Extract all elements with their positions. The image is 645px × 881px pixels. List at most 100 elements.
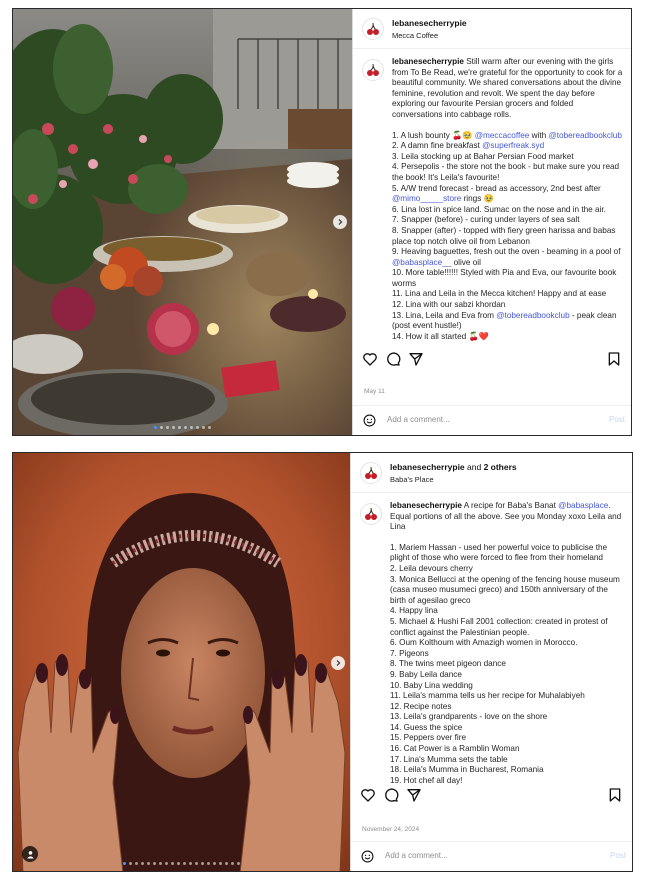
comment-input[interactable]: Add a comment... <box>387 415 450 424</box>
and-connector: and <box>464 462 484 472</box>
caption-list-text: 15. Peppers over fire <box>390 733 467 743</box>
collaborators-link[interactable]: 2 others <box>484 462 517 472</box>
carousel-dot <box>202 426 205 429</box>
caption-username[interactable]: lebanesecherrypie <box>392 57 464 66</box>
comment-icon[interactable] <box>383 787 399 803</box>
caption-list-text: 13. Leila's grandparents - love on the s… <box>390 712 548 722</box>
caption-list-text: rings 🥹 <box>461 194 494 204</box>
mention-link[interactable]: @superfreak.syd <box>482 141 544 150</box>
caption-list-text: 12. Recipe notes <box>390 701 452 711</box>
post-comment-button[interactable]: Post <box>609 415 625 424</box>
post-comment-button[interactable]: Post <box>610 851 626 860</box>
post-location[interactable]: Baba's Place <box>390 475 434 484</box>
caption-list-item: 3. Leila stocking up at Bahar Persian Fo… <box>392 152 623 163</box>
emoji-icon[interactable] <box>363 414 376 427</box>
cherry-avatar-icon <box>367 63 379 76</box>
caption-area[interactable]: lebanesecherrypie A recipe for Baba's Ba… <box>351 497 632 785</box>
avatar[interactable] <box>360 503 382 525</box>
caption-list-item: 5. Michael & Hushi Fall 2001 collection:… <box>390 617 624 638</box>
comment-icon[interactable] <box>385 351 401 367</box>
post-2-photo[interactable] <box>13 453 350 871</box>
post-2: lebanesecherrypie and 2 others Baba's Pl… <box>12 452 633 872</box>
heart-icon[interactable] <box>360 787 376 803</box>
share-icon[interactable] <box>408 351 424 367</box>
carousel-dot <box>141 862 144 865</box>
caption-list-text: 11. Leila's mamma tells us her recipe fo… <box>390 691 585 701</box>
carousel-dot <box>178 426 181 429</box>
caption-list: 1. Mariem Hassan - used her powerful voi… <box>390 543 624 785</box>
emoji-icon[interactable] <box>361 850 374 863</box>
caption-list-item: 1. A lush bounty 🍒🥹 @meccacoffee with @t… <box>392 131 623 142</box>
carousel-dot <box>225 862 228 865</box>
caption-list-item: 14. How it all started 🍒❤️ <box>392 332 623 343</box>
user-tag-button[interactable] <box>22 846 38 862</box>
post-header: lebanesecherrypie and 2 others Baba's Pl… <box>351 453 632 493</box>
post-author[interactable]: lebanesecherrypie <box>390 462 465 472</box>
carousel-dot <box>129 862 132 865</box>
caption-username[interactable]: lebanesecherrypie <box>390 501 462 510</box>
carousel-dot <box>135 862 138 865</box>
post-authors[interactable]: lebanesecherrypie and 2 others <box>390 462 517 472</box>
caption-list-text: 4. Happy lina <box>390 606 438 616</box>
mention-link[interactable]: @babasplace__ <box>392 258 451 267</box>
caption-list-item: 10. Baby Lina wedding <box>390 681 624 692</box>
caption-list-text: 2. Leila devours cherry <box>390 563 473 573</box>
caption-list-item: 8. The twins meet pigeon dance <box>390 659 624 670</box>
caption-list-text: olive oil <box>451 257 481 267</box>
caption-list-text: 10. More table!!!!!! Styled with Pia and… <box>392 268 617 288</box>
caption-list-item: 1. Mariem Hassan - used her powerful voi… <box>390 543 624 564</box>
carousel-dot <box>207 862 210 865</box>
post-date[interactable]: May 11 <box>364 388 385 395</box>
post-date[interactable]: November 24, 2024 <box>362 826 419 833</box>
mention-link[interactable]: @tobereadbookclub <box>548 131 621 140</box>
carousel-dot <box>183 862 186 865</box>
mention-link[interactable]: @meccacoffee <box>475 131 530 140</box>
carousel-dot <box>237 862 240 865</box>
caption-list-text: 6. Lina lost in spice land. Sumac on the… <box>392 204 606 214</box>
carousel-dot <box>208 426 211 429</box>
caption-list-item: 12. Lina with our sabzi khordan <box>392 300 623 311</box>
action-bar <box>353 351 631 373</box>
caption-list-item: 4. Happy lina <box>390 606 624 617</box>
caption-list-item: 17. Lina's Mumma sets the table <box>390 755 624 766</box>
caption-text: lebanesecherrypie Still warm after our e… <box>392 57 623 342</box>
carousel-dot <box>196 426 199 429</box>
caption-list-item: 18. Leila's Mumma in Bucharest, Romania <box>390 765 624 776</box>
post-author[interactable]: lebanesecherrypie <box>392 18 467 28</box>
carousel-dot <box>154 426 157 429</box>
caption-intro: Still warm after our evening with the gi… <box>392 57 623 119</box>
share-icon[interactable] <box>406 787 422 803</box>
next-slide-button[interactable] <box>333 215 347 229</box>
next-slide-button[interactable] <box>331 656 345 670</box>
caption-list-item: 15. Peppers over fire <box>390 733 624 744</box>
post-1-photo[interactable] <box>13 9 352 435</box>
mention-link[interactable]: @tobereadbookclub <box>496 311 569 320</box>
avatar[interactable] <box>362 59 384 81</box>
carousel-dot <box>123 862 126 865</box>
caption-list-text: 17. Lina's Mumma sets the table <box>390 754 508 764</box>
carousel-dot <box>177 862 180 865</box>
bookmark-icon[interactable] <box>607 787 623 803</box>
mention-link[interactable]: @babasplace <box>558 501 608 510</box>
caption-list-item: 13. Lina, Leila and Eva from @tobereadbo… <box>392 311 623 332</box>
chevron-right-icon <box>336 660 341 666</box>
caption-list-text: with <box>529 130 549 140</box>
carousel-dot <box>190 426 193 429</box>
caption-list-item: 9. Baby Leila dance <box>390 670 624 681</box>
heart-icon[interactable] <box>362 351 378 367</box>
caption-list-text: 19. Hot chef all day! <box>390 775 463 785</box>
avatar[interactable] <box>360 462 382 484</box>
caption-list-item: 10. More table!!!!!! Styled with Pia and… <box>392 268 623 289</box>
caption-area[interactable]: lebanesecherrypie Still warm after our e… <box>353 53 631 349</box>
carousel-dot <box>195 862 198 865</box>
caption-list-text: 11. Lina and Leila in the Mecca kitchen!… <box>392 289 607 299</box>
caption-list-text: 7. Pigeons <box>390 648 429 658</box>
caption-list-text: 14. How it all started 🍒❤️ <box>392 331 489 341</box>
post-1: lebanesecherrypie Mecca Coffee lebanesec… <box>12 8 632 436</box>
avatar[interactable] <box>362 18 384 40</box>
bookmark-icon[interactable] <box>606 351 622 367</box>
carousel-dot <box>231 862 234 865</box>
mention-link[interactable]: @mimo_____store <box>392 194 461 203</box>
post-location[interactable]: Mecca Coffee <box>392 31 438 40</box>
comment-input[interactable]: Add a comment... <box>385 851 448 860</box>
